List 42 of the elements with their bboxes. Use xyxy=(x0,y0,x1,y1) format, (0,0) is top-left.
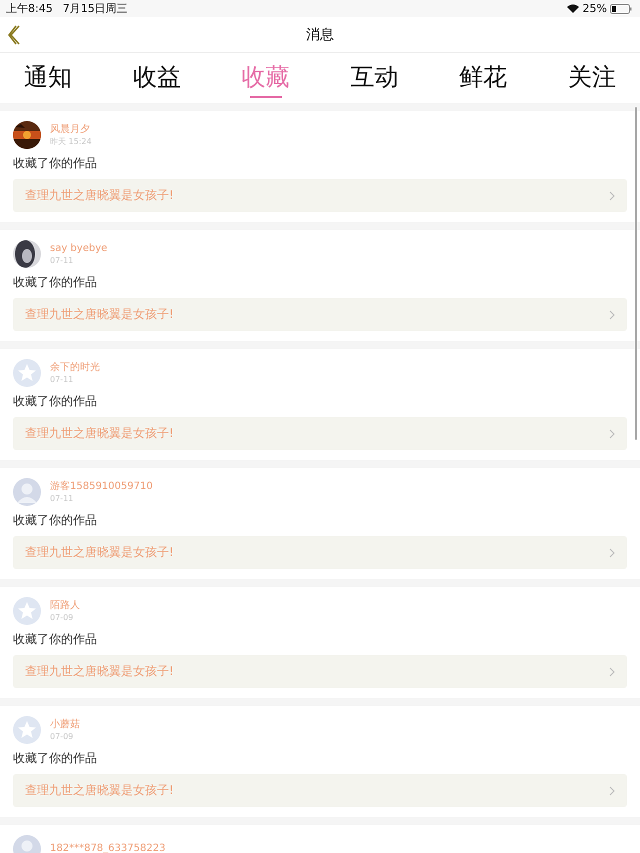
action-text: 收藏了你的作品 xyxy=(13,631,98,648)
chevron-icon xyxy=(609,666,615,676)
user-name: 182***878_633758223 xyxy=(50,843,166,853)
tab[interactable]: 通知 xyxy=(24,53,72,103)
action-text: 收藏了你的作品 xyxy=(13,393,98,410)
action-text: 收藏了你的作品 xyxy=(13,750,98,767)
status-time: 上午8:45 xyxy=(6,1,53,16)
action-text: 收藏了你的作品 xyxy=(13,274,98,291)
work-link[interactable]: 查理九世之唐晓翼是女孩子! xyxy=(13,655,627,688)
user-name: 小蘑菇 xyxy=(50,718,80,730)
battery-percent: 25% xyxy=(582,2,607,15)
battery-icon xyxy=(610,4,632,14)
action-text: 收藏了你的作品 xyxy=(13,512,98,529)
tab[interactable]: 互动 xyxy=(350,53,398,103)
page-title: 消息 xyxy=(306,26,334,44)
chevron-icon xyxy=(609,786,615,796)
chevron-icon xyxy=(609,190,615,200)
user-name: 余下的时光 xyxy=(50,362,100,374)
tab[interactable]: 收藏 xyxy=(242,53,290,103)
user-name: say byebye xyxy=(50,242,108,254)
user-name: 风晨月夕 xyxy=(50,124,91,136)
back-button[interactable] xyxy=(8,25,22,45)
work-link[interactable]: 查理九世之唐晓翼是女孩子! xyxy=(13,417,627,450)
chevron-icon xyxy=(609,548,615,558)
work-link[interactable]: 查理九世之唐晓翼是女孩子! xyxy=(13,179,627,212)
tab[interactable]: 关注 xyxy=(568,53,616,103)
user-name: 游客1585910059710 xyxy=(50,480,153,492)
wifi-icon xyxy=(566,4,579,13)
tab[interactable]: 收益 xyxy=(132,53,181,103)
avatar-icon xyxy=(13,359,41,387)
work-link[interactable]: 查理九世之唐晓翼是女孩子! xyxy=(13,536,627,569)
chevron-icon xyxy=(609,428,615,438)
avatar-icon xyxy=(13,597,41,625)
tab[interactable]: 鲜花 xyxy=(459,53,508,103)
avatar-icon xyxy=(13,716,41,744)
chevron-icon xyxy=(609,310,615,320)
avatar-icon xyxy=(13,478,41,506)
user-name: 陌路人 xyxy=(50,600,80,612)
status-date: 7月15日周三 xyxy=(62,1,128,16)
work-link[interactable]: 查理九世之唐晓翼是女孩子! xyxy=(13,774,627,807)
action-text: 收藏了你的作品 xyxy=(13,155,98,172)
work-link[interactable]: 查理九世之唐晓翼是女孩子! xyxy=(13,298,627,331)
